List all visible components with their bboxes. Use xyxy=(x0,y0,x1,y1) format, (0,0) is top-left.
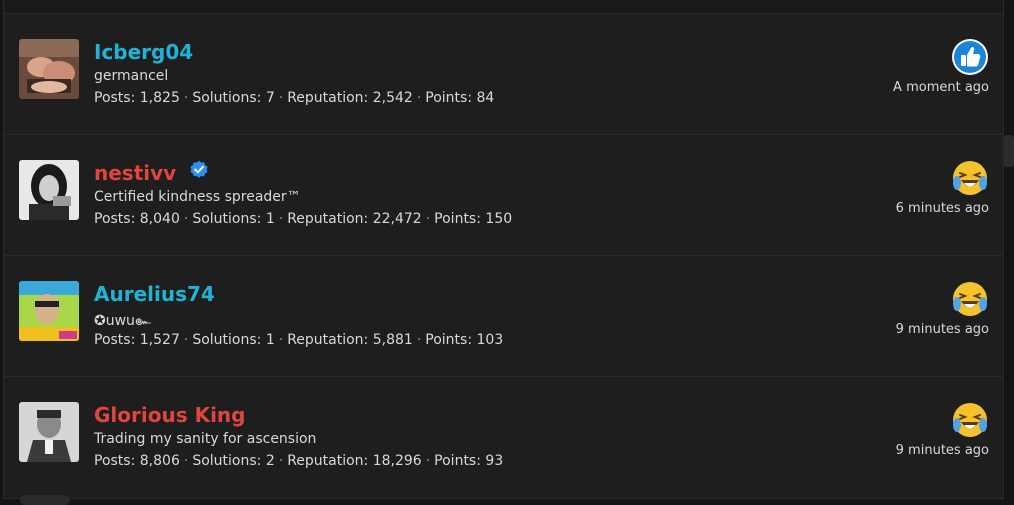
points-value: 84 xyxy=(476,90,495,106)
posts-label: Posts: xyxy=(94,211,136,227)
points-label: Points: xyxy=(434,211,481,227)
username-text[interactable]: Glorious King xyxy=(94,403,245,427)
list-item: Icberg04 germancel Posts: 1,825 · Solution… xyxy=(4,14,1003,135)
reactions-list-panel: Icberg04 germancel Posts: 1,825 · Solution… xyxy=(3,0,1004,499)
username-text[interactable]: nestivv xyxy=(94,161,176,185)
username-link[interactable]: nestivv xyxy=(94,160,209,187)
reputation-value: 22,472 xyxy=(372,211,422,227)
username-link[interactable]: Glorious King xyxy=(94,403,245,427)
laughing-crying-emoji-icon xyxy=(951,401,989,439)
like-icon xyxy=(951,38,989,76)
reputation-label: Reputation: xyxy=(287,453,369,469)
avatar[interactable] xyxy=(19,160,79,220)
posts-label: Posts: xyxy=(94,453,136,469)
posts-value: 8,040 xyxy=(139,211,180,227)
posts-value: 8,806 xyxy=(139,453,180,469)
background-shadow xyxy=(20,495,70,505)
user-title: ✪uwu๛ xyxy=(94,313,152,329)
user-title: Trading my sanity for ascension xyxy=(94,431,317,447)
reputation-label: Reputation: xyxy=(287,211,369,227)
reputation-label: Reputation: xyxy=(287,90,369,106)
reputation-value: 5,881 xyxy=(372,332,413,348)
points-value: 150 xyxy=(485,211,513,227)
reputation-value: 18,296 xyxy=(372,453,422,469)
solutions-label: Solutions: xyxy=(192,211,262,227)
posts-value: 1,825 xyxy=(139,90,180,106)
user-title: germancel xyxy=(94,68,169,84)
avatar[interactable] xyxy=(19,39,79,99)
solutions-value: 1 xyxy=(265,332,275,348)
avatar[interactable] xyxy=(19,281,79,341)
list-item: nestivv Certified kindness spreader™ Pos… xyxy=(4,135,1003,256)
solutions-label: Solutions: xyxy=(192,453,262,469)
laughing-crying-emoji-icon xyxy=(951,159,989,197)
username-link[interactable]: Aurelius74 xyxy=(94,282,215,306)
posts-value: 1,527 xyxy=(139,332,180,348)
points-label: Points: xyxy=(425,332,473,348)
user-stats: Posts: 1,527 · Solutions: 1 · Reputation: 5,… xyxy=(94,332,504,348)
reaction-time: 9 minutes ago xyxy=(895,443,989,458)
solutions-label: Solutions: xyxy=(192,90,262,106)
posts-label: Posts: xyxy=(94,90,136,106)
username-link[interactable]: Icberg04 xyxy=(94,40,193,64)
list-item: Glorious King Trading my sanity for asce… xyxy=(4,377,1003,497)
username-text[interactable]: Aurelius74 xyxy=(94,282,215,306)
points-label: Points: xyxy=(434,453,481,469)
user-stats: Posts: 1,825 · Solutions: 7 · Reputation: 2,… xyxy=(94,90,495,106)
posts-label: Posts: xyxy=(94,332,136,348)
points-value: 93 xyxy=(485,453,504,469)
solutions-value: 7 xyxy=(265,90,275,106)
user-title: Certified kindness spreader™ xyxy=(94,189,301,205)
panel-top-strip xyxy=(4,0,1003,14)
solutions-value: 1 xyxy=(265,211,275,227)
reputation-label: Reputation: xyxy=(287,332,369,348)
laughing-crying-emoji-icon xyxy=(951,280,989,318)
solutions-label: Solutions: xyxy=(192,332,262,348)
reputation-value: 2,542 xyxy=(372,90,413,106)
reaction-time: A moment ago xyxy=(893,80,989,95)
solutions-value: 2 xyxy=(265,453,275,469)
username-text[interactable]: Icberg04 xyxy=(94,40,193,64)
points-label: Points: xyxy=(425,90,473,106)
user-stats: Posts: 8,806 · Solutions: 2 · Reputation: 18… xyxy=(94,453,504,469)
avatar[interactable] xyxy=(19,402,79,462)
reaction-time: 9 minutes ago xyxy=(895,322,989,337)
user-stats: Posts: 8,040 · Solutions: 1 · Reputation: 22… xyxy=(94,211,513,227)
points-value: 103 xyxy=(476,332,504,348)
reaction-time: 6 minutes ago xyxy=(895,201,989,216)
list-item: Aurelius74 ✪uwu๛ Posts: 1,527 · Solutions:… xyxy=(4,256,1003,377)
scrollbar-thumb[interactable] xyxy=(1004,135,1014,167)
verified-badge-icon xyxy=(189,160,209,185)
